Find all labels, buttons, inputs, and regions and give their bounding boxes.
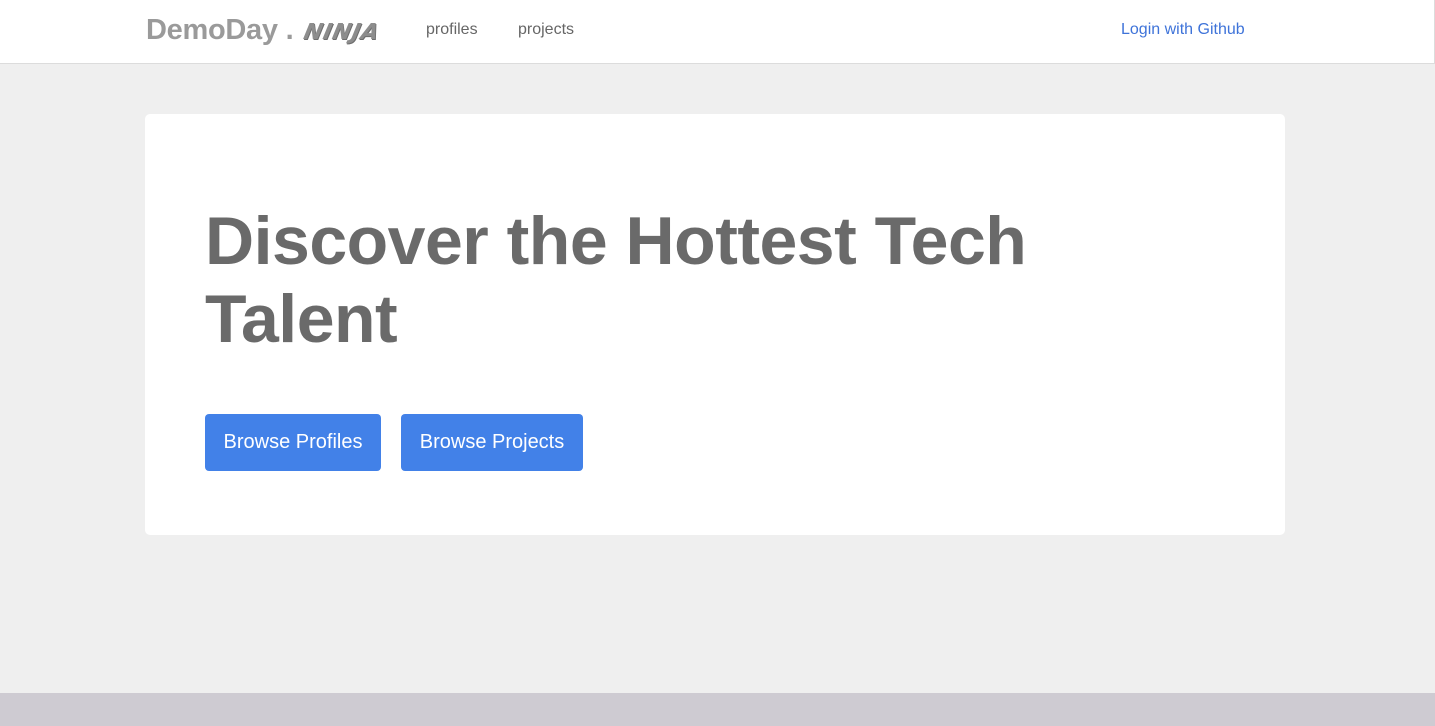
browse-profiles-button[interactable]: Browse Profiles (205, 414, 381, 471)
browse-projects-button[interactable]: Browse Projects (401, 414, 583, 471)
hero-title: Discover the Hottest Tech Talent (205, 203, 1027, 357)
brand-name: DemoDay (146, 14, 278, 46)
page-footer (0, 693, 1435, 726)
brand-logo-link[interactable]: DemoDay . NINJA (146, 14, 382, 48)
nav-link-profiles[interactable]: profiles (426, 21, 478, 39)
brand-ninja-wordmark: NINJA (301, 20, 382, 45)
brand-separator: . (285, 14, 294, 46)
hero-card: Discover the Hottest Tech Talent Browse … (145, 114, 1285, 535)
login-with-github-link[interactable]: Login with Github (1121, 21, 1245, 39)
top-navbar: DemoDay . NINJA profiles projects Login … (0, 0, 1435, 64)
nav-link-projects[interactable]: projects (518, 21, 574, 39)
